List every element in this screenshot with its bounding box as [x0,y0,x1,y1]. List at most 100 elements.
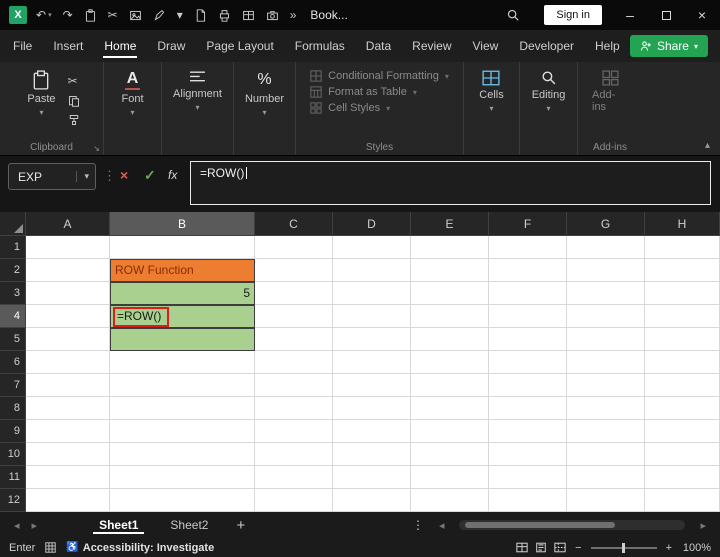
cell-A1[interactable] [26,236,110,259]
confirm-entry-button[interactable]: ✓ [144,167,156,184]
column-header-H[interactable]: H [645,212,720,236]
column-header-G[interactable]: G [567,212,645,236]
cell-B2[interactable]: ROW Function [110,259,255,282]
redo-icon[interactable]: ↷ [63,8,73,22]
format-painter-button[interactable] [68,114,80,126]
row-header-9[interactable]: 9 [0,420,26,443]
menu-item-draw[interactable]: Draw [156,31,186,61]
editing-button[interactable]: Editing ▾ [526,68,572,115]
cell-A5[interactable] [26,328,110,351]
row-header-11[interactable]: 11 [0,466,26,489]
formula-bar-dots-icon[interactable]: ⋮ [103,168,116,184]
formula-input[interactable]: =ROW() [190,161,711,205]
cell-F8[interactable] [489,397,567,420]
cell-D1[interactable] [333,236,411,259]
cell-E7[interactable] [411,374,489,397]
paste-button[interactable]: Paste ▾ [21,68,61,119]
search-icon[interactable] [492,8,534,22]
cell-E2[interactable] [411,259,489,282]
cell-B11[interactable] [110,466,255,489]
cell-A11[interactable] [26,466,110,489]
scroll-left-icon[interactable]: ◂ [433,519,451,532]
cell-E5[interactable] [411,328,489,351]
collapse-ribbon-icon[interactable]: ▴ [705,140,710,151]
row-header-8[interactable]: 8 [0,397,26,420]
cell-C8[interactable] [255,397,333,420]
row-header-7[interactable]: 7 [0,374,26,397]
scroll-right-icon[interactable]: ▸ [694,519,712,532]
cell-A12[interactable] [26,489,110,512]
printer-icon[interactable] [218,9,231,22]
cell-E8[interactable] [411,397,489,420]
column-header-D[interactable]: D [333,212,411,236]
normal-view-icon[interactable] [516,542,528,553]
alignment-button[interactable]: Alignment ▾ [167,68,228,114]
menu-item-review[interactable]: Review [411,31,452,61]
new-document-icon[interactable] [194,8,207,22]
cell-A3[interactable] [26,282,110,305]
cell-A10[interactable] [26,443,110,466]
cell-H12[interactable] [645,489,720,512]
next-sheet-icon[interactable]: ▸ [26,519,44,532]
menu-item-view[interactable]: View [472,31,500,61]
cell-H10[interactable] [645,443,720,466]
restore-button[interactable] [648,0,684,30]
undo-icon[interactable]: ↶ ▾ [36,8,52,22]
insert-function-button[interactable]: fx [168,168,177,182]
cell-D9[interactable] [333,420,411,443]
cell-E10[interactable] [411,443,489,466]
cell-H4[interactable] [645,305,720,328]
cancel-entry-button[interactable]: × [120,167,128,183]
cell-G11[interactable] [567,466,645,489]
menu-item-page-layout[interactable]: Page Layout [205,31,274,61]
column-header-E[interactable]: E [411,212,489,236]
accessibility-status[interactable]: ♿ Accessibility: Investigate [66,542,214,554]
cell-D12[interactable] [333,489,411,512]
cell-E12[interactable] [411,489,489,512]
row-header-3[interactable]: 3 [0,282,26,305]
cell-D8[interactable] [333,397,411,420]
excel-logo-icon[interactable]: X [9,6,27,24]
cell-F4[interactable] [489,305,567,328]
cell-H1[interactable] [645,236,720,259]
cell-C3[interactable] [255,282,333,305]
cell-E4[interactable] [411,305,489,328]
cell-F2[interactable] [489,259,567,282]
cell-E1[interactable] [411,236,489,259]
cell-A8[interactable] [26,397,110,420]
cell-A6[interactable] [26,351,110,374]
menu-item-help[interactable]: Help [594,31,621,61]
cell-F5[interactable] [489,328,567,351]
cell-G4[interactable] [567,305,645,328]
zoom-slider-thumb[interactable] [621,542,625,553]
cell-D2[interactable] [333,259,411,282]
cell-A2[interactable] [26,259,110,282]
zoom-out-button[interactable]: − [575,542,581,554]
macro-record-icon[interactable] [45,542,56,553]
zoom-in-button[interactable]: + [666,542,672,554]
cell-D3[interactable] [333,282,411,305]
row-header-6[interactable]: 6 [0,351,26,374]
cell-G5[interactable] [567,328,645,351]
cell-H5[interactable] [645,328,720,351]
prev-sheet-icon[interactable]: ◂ [8,519,26,532]
cell-C2[interactable] [255,259,333,282]
format-as-table-button[interactable]: Format as Table ▾ [310,86,449,98]
cell-B1[interactable] [110,236,255,259]
select-all-corner[interactable] [0,212,26,236]
zoom-slider[interactable] [590,542,657,553]
row-header-4[interactable]: 4 [0,305,26,328]
row-header-12[interactable]: 12 [0,489,26,512]
cell-H9[interactable] [645,420,720,443]
cell-F11[interactable] [489,466,567,489]
menu-item-home[interactable]: Home [103,31,138,61]
cell-D5[interactable] [333,328,411,351]
menu-item-insert[interactable]: Insert [52,31,84,61]
cell-C1[interactable] [255,236,333,259]
cell-B12[interactable] [110,489,255,512]
cell-B10[interactable] [110,443,255,466]
clipboard-dialog-launcher-icon[interactable]: ↘ [93,144,100,153]
column-header-B[interactable]: B [110,212,255,236]
cell-B8[interactable] [110,397,255,420]
cell-B7[interactable] [110,374,255,397]
